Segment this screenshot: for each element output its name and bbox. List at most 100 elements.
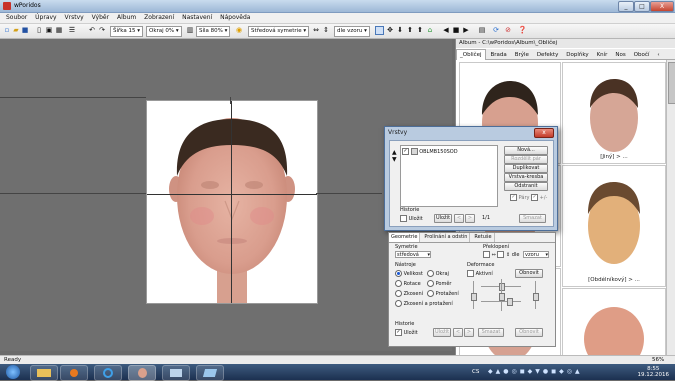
tab-retuse[interactable]: Retuše <box>472 233 495 242</box>
tools-history-save-button[interactable]: Uložit <box>433 328 451 337</box>
history-save-checkbox[interactable] <box>400 215 407 222</box>
layer-down-icon[interactable]: ▼ <box>392 156 397 163</box>
language-indicator[interactable]: CS <box>472 369 479 375</box>
taskbar-poridos-icon[interactable] <box>128 365 156 381</box>
pairs-option[interactable]: ✓ Páry ✓ +/- <box>510 194 547 201</box>
vertical-guide[interactable] <box>231 101 232 303</box>
history-save-button[interactable]: Uložit <box>434 214 452 223</box>
horizontal-guide[interactable] <box>147 194 317 195</box>
radio-rotace-dot[interactable] <box>395 280 402 287</box>
history-next-button[interactable]: > <box>465 214 475 223</box>
tools-history-save-checkbox[interactable]: ✓ <box>395 329 402 336</box>
close-button[interactable]: X <box>650 1 674 12</box>
menu-nastaveni[interactable]: Nastavení <box>182 13 212 23</box>
menu-zobrazeni[interactable]: Zobrazení <box>144 13 174 23</box>
album-thumb[interactable]: [Jiný] > ... <box>562 62 666 164</box>
layout-icon[interactable]: ▯ <box>35 26 43 35</box>
album-scroll-thumb[interactable] <box>668 62 675 104</box>
album-tab-knir[interactable]: Knír <box>594 50 611 60</box>
brush-width-select[interactable]: Šířka 15 ▾ <box>110 26 144 37</box>
pairs-plus-minus-checkbox[interactable]: ✓ <box>531 194 539 201</box>
strength-select[interactable]: Síla 80% ▾ <box>196 26 231 37</box>
deform-active-checkbox[interactable] <box>467 270 474 277</box>
radio-zkoseni-dot[interactable] <box>395 290 402 297</box>
radio-protazeni-dot[interactable] <box>427 290 434 297</box>
tools-history-save-option[interactable]: ✓ Uložit <box>395 329 418 336</box>
frame-icon[interactable]: ▣ <box>45 26 53 35</box>
pattern-select[interactable]: dle vzoru ▾ <box>334 26 370 37</box>
album-tab-defekty[interactable]: Defekty <box>534 50 562 60</box>
start-button[interactable] <box>6 365 20 379</box>
history-prev-button[interactable]: < <box>454 214 464 223</box>
album-tab-oblicej[interactable]: _Obličej <box>456 49 486 60</box>
taskbar-paint-icon[interactable] <box>196 365 224 381</box>
history-save-option[interactable]: Uložit <box>400 215 423 222</box>
radio-rotace[interactable]: Rotace <box>395 280 421 287</box>
album-tab-doplnky[interactable]: Doplňky <box>563 50 591 60</box>
radio-protazeni[interactable]: Protažení <box>427 290 459 297</box>
stop-icon[interactable]: ■ <box>452 26 460 35</box>
layer-up-icon[interactable]: ▲ <box>392 149 397 156</box>
grid-icon[interactable]: ▦ <box>55 26 63 35</box>
radio-zkoseni-protazeni-dot[interactable] <box>395 300 402 307</box>
menu-vrstvy[interactable]: Vrstvy <box>65 13 84 23</box>
layer-row[interactable]: ✓ OBLMB150SOD <box>402 148 494 156</box>
deform-slider-top-knob[interactable] <box>499 283 505 291</box>
tab-geometrie[interactable]: Geometrie <box>389 233 421 242</box>
save-icon[interactable]: ■ <box>21 26 29 35</box>
cancel-icon[interactable]: ⊘ <box>504 26 512 35</box>
undo-icon[interactable]: ↶ <box>88 26 96 35</box>
deform-active-option[interactable]: Aktivní <box>467 270 493 277</box>
radio-pomer[interactable]: Poměr <box>427 280 452 287</box>
deform-slider-right-knob[interactable] <box>533 293 539 301</box>
redo-icon[interactable]: ↷ <box>98 26 106 35</box>
eye-icon[interactable]: ◉ <box>235 26 243 35</box>
minimize-button[interactable]: _ <box>618 1 634 12</box>
album-tab-oboci[interactable]: Obočí <box>631 50 653 60</box>
layers-list[interactable]: ✓ OBLMB150SOD <box>400 145 498 207</box>
list-icon[interactable]: ☰ <box>68 26 76 35</box>
menu-upravy[interactable]: Úpravy <box>35 13 56 23</box>
album-scrollbar[interactable] <box>666 60 675 355</box>
album-thumb[interactable]: [Obdélníkový] > ... <box>562 165 666 287</box>
next-icon[interactable]: ▶ <box>462 26 470 35</box>
radio-zkoseni[interactable]: Zkosení <box>395 290 423 297</box>
arrow-up-icon[interactable]: ⬆ <box>406 26 414 35</box>
taskbar-explorer-icon[interactable] <box>30 365 58 381</box>
feather-select[interactable]: Okraj 0% ▾ <box>146 26 182 37</box>
deform-refresh-button[interactable]: Obnovit <box>515 269 543 278</box>
maximize-button[interactable]: □ <box>634 1 650 12</box>
open-folder-icon[interactable]: ▰ <box>12 26 20 35</box>
flip-horizontal-icon[interactable]: ⇔ <box>312 26 320 35</box>
tools-history-clear-button[interactable]: Smazat <box>478 328 504 337</box>
deform-slider-center-knob[interactable] <box>499 293 505 301</box>
new-file-icon[interactable]: ▫ <box>3 26 11 35</box>
symmetry-select[interactable]: Středová symetrie ▾ <box>248 26 310 37</box>
refresh-icon[interactable]: ⟳ <box>492 26 500 35</box>
history-clear-button[interactable]: Smazat <box>519 214 546 223</box>
help-icon[interactable]: ❓ <box>518 26 527 35</box>
menu-album[interactable]: Album <box>117 13 136 23</box>
radio-velikost-dot[interactable] <box>395 270 402 277</box>
pairs-checkbox[interactable]: ✓ <box>510 194 517 201</box>
album-tab-bryle[interactable]: Brýle <box>512 50 532 60</box>
tab-scroll-left-icon[interactable]: ‹ <box>654 50 662 60</box>
album-icon[interactable]: ▤ <box>478 26 486 35</box>
taskbar-ie-icon[interactable] <box>94 365 122 381</box>
radio-velikost[interactable]: Velikost <box>395 270 423 277</box>
flip-vertical-icon[interactable]: ⇕ <box>322 26 330 35</box>
drawing-layer-button[interactable]: Vrstva-kresba <box>504 173 548 182</box>
deform-slider-left-knob[interactable] <box>471 293 477 301</box>
taskbar-media-icon[interactable] <box>60 365 88 381</box>
arrow-down-icon[interactable]: ⬇ <box>396 26 404 35</box>
select-tool-icon[interactable] <box>375 26 384 35</box>
layer-visible-checkbox[interactable]: ✓ <box>402 148 409 155</box>
deform-slider-bottom-knob[interactable] <box>507 298 513 306</box>
flip-dropdown[interactable]: vzoru ▾ <box>523 251 549 258</box>
menu-napoveda[interactable]: Nápověda <box>220 13 250 23</box>
layers-dialog-close-button[interactable]: x <box>534 128 554 138</box>
album-tab-brada[interactable]: Brada <box>487 50 509 60</box>
tools-history-next-button[interactable]: > <box>464 328 474 337</box>
tray-icons[interactable]: ◆▲●◎◼◆▼●◼◆◎▲ <box>488 368 618 376</box>
tools-history-refresh-button[interactable]: Obnovit <box>515 328 543 337</box>
